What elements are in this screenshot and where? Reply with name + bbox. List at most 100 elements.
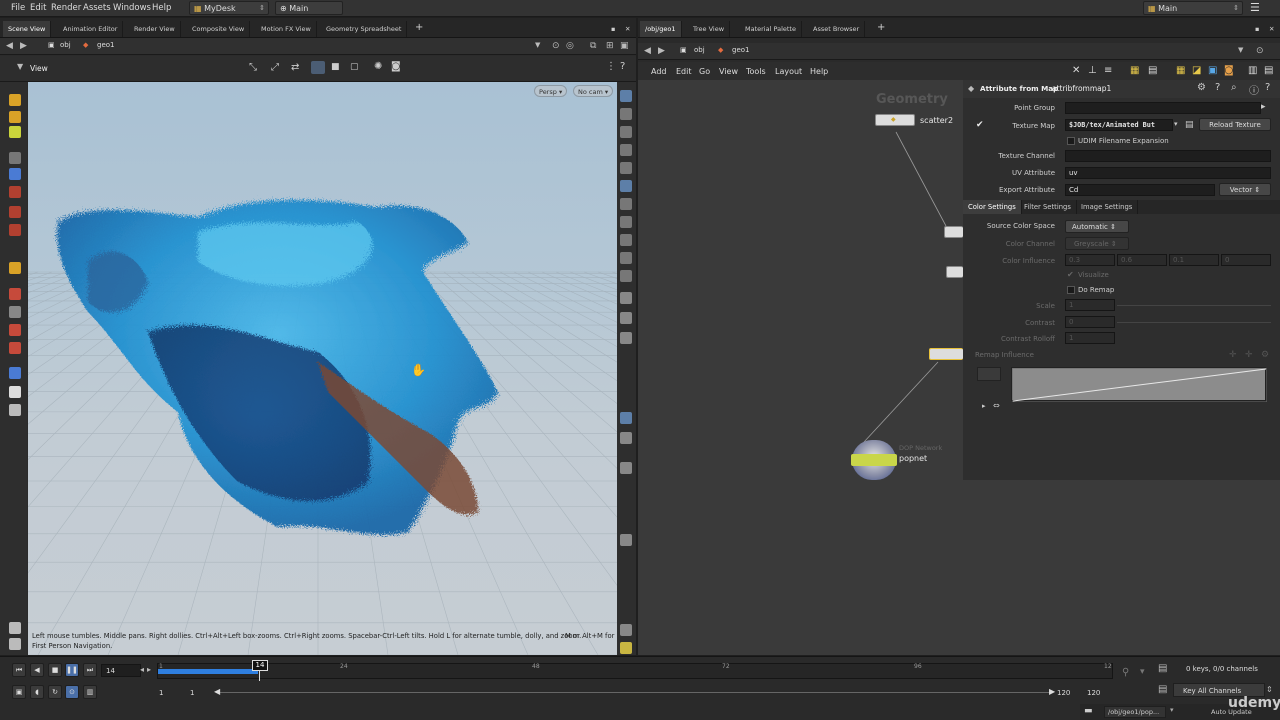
attribfrommap-node[interactable] [929, 348, 963, 360]
desktop-selector[interactable]: ▦ MyDesk ⇕ [189, 1, 269, 15]
range-start-handle[interactable]: ◀ [214, 687, 220, 696]
menu-edit[interactable]: Edit [676, 67, 692, 76]
flag-icon[interactable]: ◪ [1192, 65, 1201, 76]
file-browse-icon[interactable]: ▤ [1185, 120, 1194, 130]
network-editor[interactable]: Geometry ◆ scatter2 DOP Network popnet [638, 80, 963, 655]
snap-icon[interactable]: ⇄ [291, 62, 299, 73]
pane-menu-icon[interactable]: ▪ [1250, 21, 1264, 37]
refresh-icon[interactable]: ◎ [566, 41, 574, 51]
snap-curve-icon[interactable] [9, 342, 21, 354]
info-icon[interactable] [620, 624, 632, 636]
display-options-icon[interactable]: ◙ [391, 61, 401, 72]
grid-view-icon[interactable] [620, 642, 632, 654]
snap-grid-icon[interactable] [9, 306, 21, 318]
brush-icon[interactable] [620, 312, 632, 324]
normals-icon[interactable] [620, 162, 632, 174]
light-icon[interactable]: ✺ [374, 61, 382, 72]
split-icon[interactable]: ⊞ [606, 41, 614, 51]
add-tab-icon[interactable]: + [872, 21, 890, 37]
remap-ramp-editor[interactable] [1011, 367, 1268, 403]
network-icon[interactable] [9, 638, 21, 650]
path-dropdown-icon[interactable]: ▼ [535, 41, 540, 49]
orient-icon[interactable] [9, 404, 21, 416]
texture-channel-field[interactable] [1065, 150, 1271, 162]
tab-color-settings[interactable]: Color Settings [963, 200, 1022, 214]
help-icon[interactable]: ? [620, 61, 625, 72]
search-icon[interactable]: ⌕ [1231, 82, 1237, 93]
vector-icon[interactable] [620, 462, 632, 474]
pin-bottom-icon[interactable] [9, 622, 21, 634]
realtime-icon[interactable]: ▣ [12, 685, 26, 699]
uv-attribute-field[interactable]: uv [1065, 167, 1271, 179]
range-icon[interactable]: ▥ [83, 685, 97, 699]
ramp-settings-icon[interactable]: ⚙ [1261, 350, 1269, 360]
start-frame-field[interactable]: 1 [190, 689, 194, 697]
node-partial-2[interactable] [946, 266, 963, 278]
camera-icon[interactable]: ■ [331, 62, 340, 72]
select-tool-icon[interactable]: ⤡ [249, 62, 257, 73]
menu-file[interactable]: File [11, 3, 25, 13]
color-channel-select[interactable]: Greyscale ⇕ [1065, 237, 1129, 250]
main-selector[interactable]: ⊕ Main [275, 1, 343, 15]
range-slider[interactable] [218, 692, 1052, 693]
step-forward-icon[interactable]: ▸ [147, 665, 151, 674]
tab-motion-fx-view[interactable]: Motion FX View [256, 21, 317, 37]
grid-toggle-icon[interactable] [311, 61, 325, 74]
color-influence-a[interactable]: 0 [1221, 254, 1271, 266]
select-icon[interactable] [9, 94, 21, 106]
tab-scene-view[interactable]: Scene View [3, 21, 52, 37]
tab-render-view[interactable]: Render View [129, 21, 181, 37]
ramp-mode-toggle[interactable] [977, 367, 1001, 381]
pin-icon[interactable]: ⊙ [552, 41, 560, 51]
display-menu-icon[interactable]: ⋮ [606, 61, 616, 72]
end-frame[interactable]: 120 [1087, 689, 1100, 697]
add-tab-icon[interactable]: + [410, 21, 428, 37]
tab-animation-editor[interactable]: Animation Editor [58, 21, 124, 37]
step-back-icon[interactable]: ◂ [140, 665, 144, 674]
menu-assets[interactable]: Assets [83, 3, 111, 13]
lock-camera-icon[interactable]: ▢ [350, 62, 359, 72]
shadows-icon[interactable] [620, 270, 632, 282]
frame-marker[interactable]: 14 [252, 660, 268, 671]
tools-icon[interactable]: ✕ [1072, 65, 1080, 76]
jump-start-icon[interactable]: ⏮ [12, 663, 26, 677]
options-icon[interactable]: ▤ [1264, 65, 1273, 76]
draw-icon[interactable] [620, 412, 632, 424]
menu-view[interactable]: View [719, 67, 738, 76]
edit-icon[interactable] [9, 111, 21, 123]
source-color-space-select[interactable]: Automatic ⇕ [1065, 220, 1129, 233]
template-icon[interactable] [620, 216, 632, 228]
pause-icon[interactable]: ❚❚ [65, 663, 79, 677]
table-icon[interactable]: ▤ [1148, 65, 1157, 76]
key-search-icon[interactable]: ⚲ [1122, 667, 1129, 678]
contrast-field[interactable]: 0 [1065, 316, 1115, 328]
tab-tree-view[interactable]: Tree View [688, 21, 731, 37]
pane-menu-icon[interactable]: ▪ [606, 21, 620, 37]
path-dropdown-icon[interactable]: ▼ [1238, 46, 1243, 54]
popnet-node[interactable] [851, 440, 897, 480]
contrast-slider[interactable] [1117, 322, 1271, 323]
pen-icon[interactable] [620, 332, 632, 344]
channel-list-icon[interactable]: ▤ [1158, 663, 1167, 674]
3d-viewport[interactable]: ✋ Persp ▾ No cam ▾ Left mouse tumbles. M… [28, 82, 617, 655]
scale-icon[interactable] [9, 224, 21, 236]
texture-dropdown-icon[interactable]: ▾ [1174, 120, 1178, 128]
menu-edit[interactable]: Edit [30, 3, 46, 13]
tree-icon[interactable]: ⊥ [1088, 65, 1097, 76]
do-remap-checkbox[interactable] [1067, 286, 1075, 294]
end-frame-field[interactable]: 120 [1057, 689, 1070, 697]
magnet-icon[interactable] [9, 288, 21, 300]
display-icon[interactable]: ▥ [1248, 65, 1257, 76]
back-arrow-icon[interactable]: ◀ [644, 46, 651, 56]
pane-close-icon[interactable]: ✕ [620, 21, 635, 37]
transform-space-icon[interactable] [9, 367, 21, 379]
pose-icon[interactable] [9, 262, 21, 274]
rotate-icon[interactable] [9, 206, 21, 218]
reload-texture-button[interactable]: Reload Texture [1199, 118, 1271, 131]
node-name-field[interactable]: attribfrommap1 [1052, 84, 1111, 93]
thumbnail-icon[interactable] [620, 534, 632, 546]
pane-close-icon[interactable]: ✕ [1264, 21, 1279, 37]
main-selector-right[interactable]: ▦ Main ⇕ [1143, 1, 1243, 15]
shading-icon[interactable] [620, 90, 632, 102]
wireframe-icon[interactable] [620, 108, 632, 120]
